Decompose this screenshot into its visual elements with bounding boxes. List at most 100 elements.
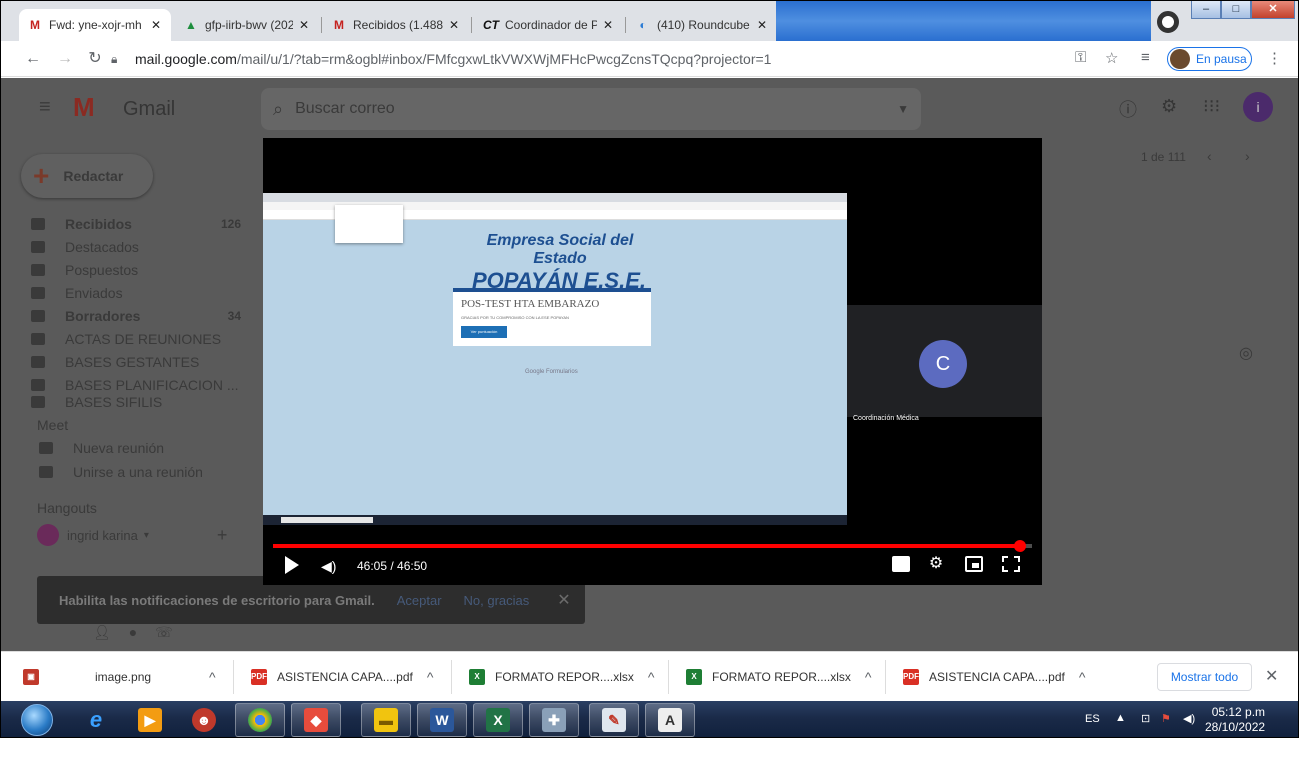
chevron-up-icon[interactable]: ^ [1079, 669, 1086, 685]
start-button[interactable] [21, 704, 53, 736]
close-tab-icon[interactable]: ✕ [755, 18, 769, 32]
chevron-down-icon: ▾ [143, 529, 149, 541]
close-tab-icon[interactable]: ✕ [601, 18, 615, 32]
chat-bubble-icon[interactable]: ● [129, 624, 155, 640]
toast-decline-button[interactable]: No, gracias [464, 593, 530, 608]
nav-item-label[interactable]: BASES PLANIFICACION ... [31, 373, 241, 396]
action-center-flag-icon[interactable]: ⚑ [1161, 712, 1171, 725]
video-player[interactable]: Empresa Social del Estado POPAYÁN E.S.E.… [263, 138, 1042, 585]
apps-grid-icon[interactable]: ⁝⁝⁝ [1203, 96, 1220, 117]
label-icon [31, 332, 45, 345]
media-player-icon[interactable]: ▶ [125, 703, 175, 737]
chrome-icon[interactable] [235, 703, 285, 737]
browser-tab-1[interactable]: M Fwd: yne-xojr-mh ✕ [19, 9, 171, 41]
show-all-downloads-button[interactable]: Mostrar todo [1157, 663, 1252, 691]
paint-tool-icon[interactable]: ✎ [589, 703, 639, 737]
internet-explorer-icon[interactable]: e [71, 703, 121, 737]
nav-item-drafts[interactable]: Borradores 34 [31, 304, 241, 327]
phone-icon[interactable]: ☏ [155, 624, 191, 640]
nav-item-inbox[interactable]: Recibidos 126 [31, 212, 241, 235]
system-clock[interactable]: 05:12 p.m 28/10/2022 [1205, 705, 1265, 735]
prev-page-icon[interactable]: ‹ [1207, 148, 1212, 164]
play-button[interactable] [285, 556, 299, 574]
tab-title: Recibidos (1.488) [353, 18, 443, 32]
download-item[interactable]: X FORMATO REPOR....xlsx ^ [686, 652, 871, 702]
tab-separator [625, 17, 626, 33]
show-hidden-icons[interactable]: ▲ [1115, 712, 1126, 724]
add-plus-icon[interactable]: + [217, 525, 228, 546]
nav-item-starred[interactable]: Destacados [31, 235, 241, 258]
settings-gear-icon[interactable]: ⚙ [927, 556, 945, 572]
draft-icon [31, 309, 45, 322]
close-tab-icon[interactable]: ✕ [447, 18, 461, 32]
reload-icon[interactable]: ↻ [83, 47, 107, 71]
chrome-profile-icon[interactable] [1157, 11, 1179, 33]
fullscreen-icon[interactable] [1002, 556, 1020, 572]
search-icon[interactable]: ⌕ [273, 99, 283, 120]
reading-list-icon[interactable]: ≡ [1141, 49, 1150, 66]
settings-gear-icon[interactable]: ⚙ [1161, 96, 1177, 117]
nav-item-sent[interactable]: Enviados [31, 281, 241, 304]
volume-icon[interactable]: ◀) [321, 558, 336, 575]
chevron-up-icon[interactable]: ^ [648, 669, 655, 685]
download-item[interactable]: X FORMATO REPOR....xlsx ^ [469, 652, 654, 702]
browser-tab-2[interactable]: ▲ gfp-iirb-bwv (2022 ✕ [175, 9, 319, 41]
nav-item-label[interactable]: BASES SIFILIS [31, 396, 241, 408]
chevron-up-icon[interactable]: ^ [209, 669, 216, 685]
forward-arrow-icon[interactable]: → [53, 47, 77, 71]
close-icon[interactable]: ✕ [1265, 666, 1278, 686]
file-explorer-icon[interactable]: ▬ [361, 703, 411, 737]
minimize-button[interactable]: – [1191, 1, 1221, 19]
word-icon[interactable]: W [417, 703, 467, 737]
hamburger-menu-icon[interactable]: ≡ [39, 96, 57, 119]
anydesk-icon[interactable]: ◆ [291, 703, 341, 737]
text-tool-icon[interactable]: A [645, 703, 695, 737]
language-indicator[interactable]: ES [1085, 713, 1100, 725]
profile-paused-button[interactable]: En pausa [1167, 47, 1252, 71]
browser-tab-5[interactable]: ◐ (410) Roundcube ✕ [627, 9, 777, 41]
compose-button[interactable]: + Redactar [21, 154, 153, 198]
browser-tab-4[interactable]: CT Coordinador de P ✕ [475, 9, 623, 41]
next-page-icon[interactable]: › [1245, 148, 1250, 164]
toast-accept-button[interactable]: Aceptar [397, 593, 442, 608]
close-window-button[interactable]: ✕ [1251, 1, 1295, 19]
antivirus-icon[interactable]: ☻ [179, 703, 229, 737]
speaker-icon[interactable]: ◀) [1183, 712, 1195, 725]
new-meeting-link[interactable]: Nueva reunión [39, 436, 164, 459]
nav-item-label[interactable]: BASES GESTANTES [31, 350, 241, 373]
address-bar[interactable]: 🔒︎ mail.google.com/mail/u/1/?tab=rm&ogbl… [111, 46, 1111, 72]
back-arrow-icon[interactable]: ← [21, 47, 45, 71]
join-meeting-link[interactable]: Unirse a una reunión [39, 460, 203, 483]
key-icon[interactable]: ⚿ [1075, 49, 1086, 66]
app-shield-icon[interactable]: ✚ [529, 703, 579, 737]
person-icon[interactable]: 👤︎ [93, 624, 129, 640]
miniplayer-icon[interactable] [965, 556, 983, 572]
browser-tab-3[interactable]: M Recibidos (1.488) ✕ [323, 9, 469, 41]
nav-item-label[interactable]: ACTAS DE REUNIONES [31, 327, 241, 350]
progress-bar[interactable] [273, 540, 1032, 552]
maximize-button[interactable]: □ [1221, 1, 1251, 19]
participant-initial: C [919, 340, 967, 388]
network-icon[interactable]: ⊡ [1141, 712, 1150, 725]
close-tab-icon[interactable]: ✕ [297, 18, 311, 32]
nav-item-snoozed[interactable]: Pospuestos [31, 258, 241, 281]
close-tab-icon[interactable]: ✕ [149, 18, 163, 32]
progress-knob[interactable] [1013, 540, 1026, 552]
subtitles-icon[interactable] [892, 556, 910, 572]
side-panel-icon[interactable]: ◎ [1239, 343, 1253, 363]
more-options-icon[interactable]: ⋮ [1267, 49, 1282, 67]
excel-icon[interactable]: X [473, 703, 523, 737]
chevron-up-icon[interactable]: ^ [865, 669, 872, 685]
hangouts-user[interactable]: ingrid karina ▾ + [37, 524, 227, 546]
close-icon[interactable]: ✕ [557, 590, 570, 610]
search-mail-input[interactable]: ⌕ Buscar correo ▼ [261, 88, 921, 130]
chevron-up-icon[interactable]: ^ [427, 669, 434, 685]
account-avatar[interactable]: i [1243, 92, 1273, 122]
download-item[interactable]: PDF ASISTENCIA CAPA....pdf ^ [251, 652, 433, 702]
help-icon[interactable]: ⓘ [1119, 96, 1137, 122]
search-options-icon[interactable]: ▼ [897, 102, 909, 116]
bookmark-star-icon[interactable]: ☆ [1105, 49, 1118, 67]
download-item[interactable]: PDF ASISTENCIA CAPA....pdf ^ [903, 652, 1085, 702]
profile-avatar [1170, 49, 1190, 69]
download-item[interactable]: ▣ image.png ^ [23, 652, 216, 702]
